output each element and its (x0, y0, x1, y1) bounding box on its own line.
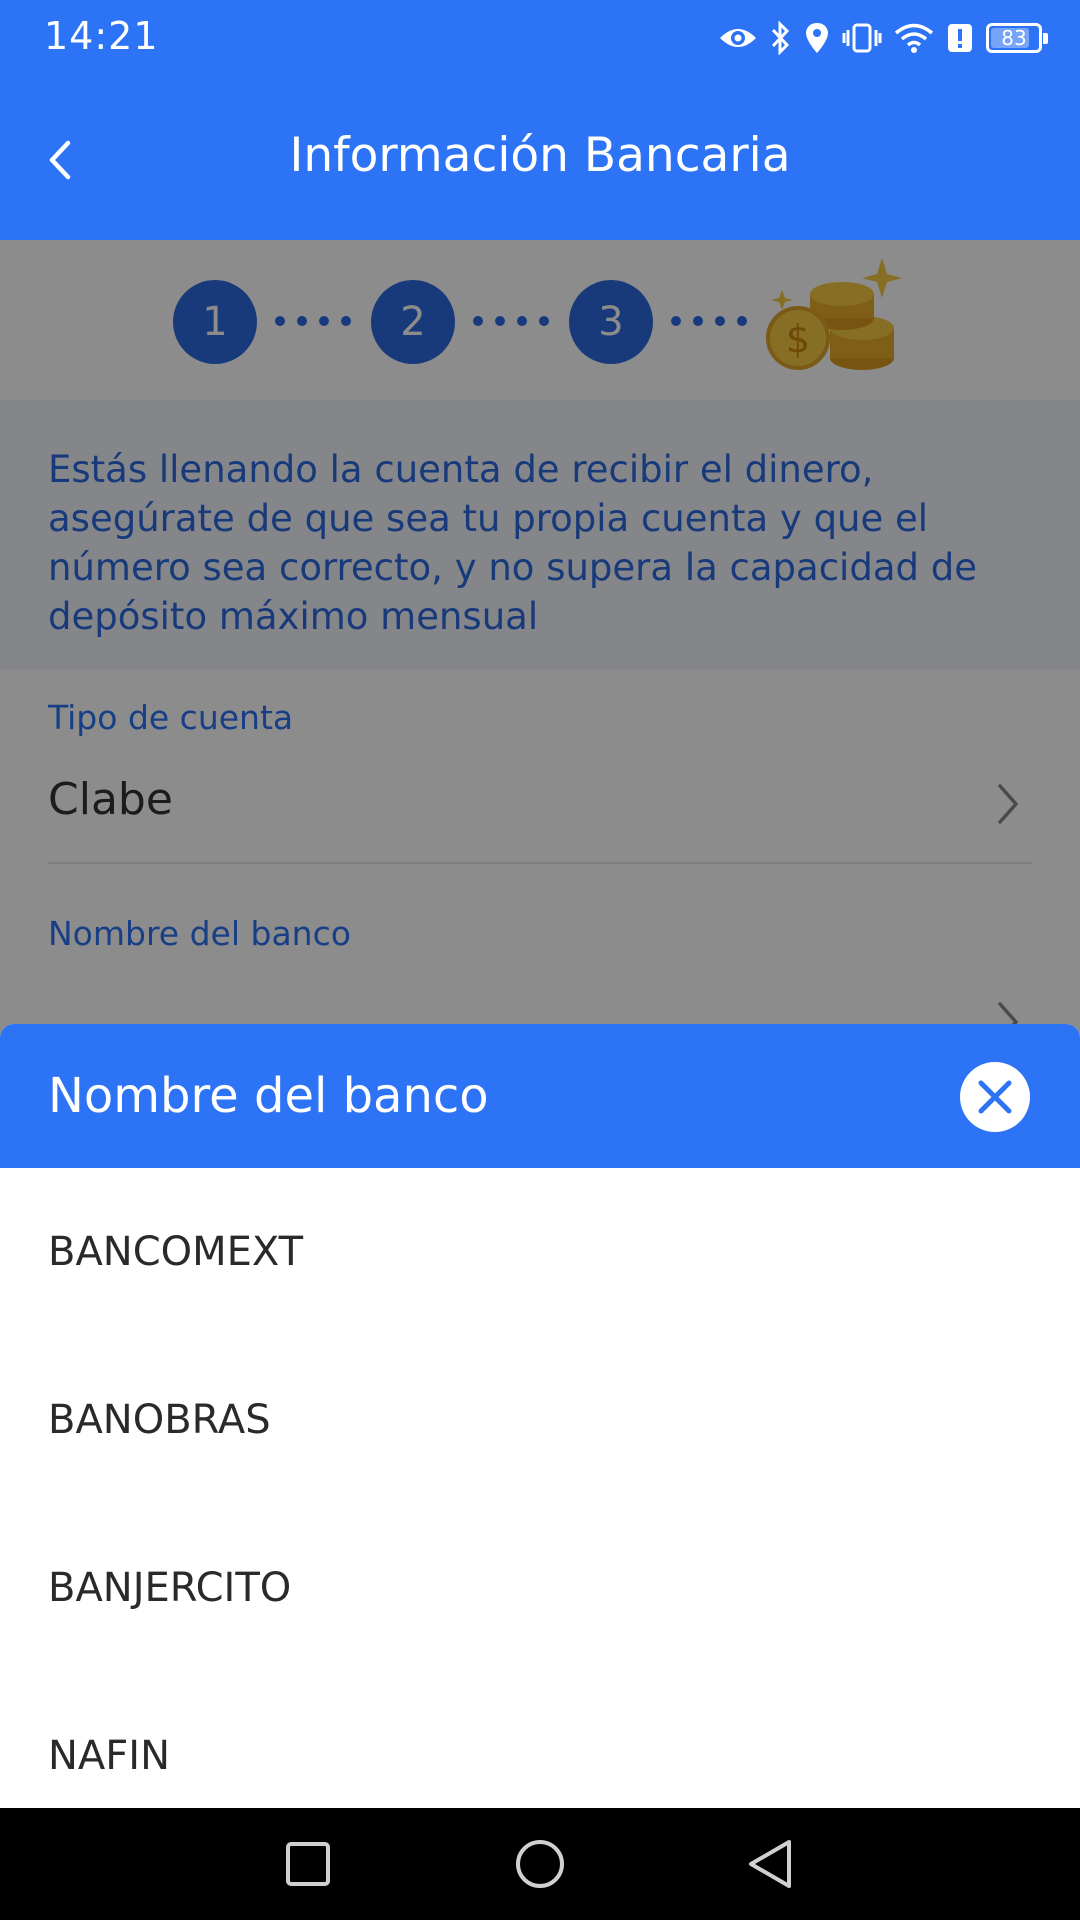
recents-button[interactable] (280, 1836, 336, 1892)
page-title: Información Bancaria (289, 128, 791, 183)
wifi-icon (894, 23, 934, 53)
location-icon (806, 23, 828, 53)
status-icons: 83 (718, 18, 1048, 58)
vibrate-icon (842, 23, 882, 53)
sheet-header: Nombre del banco (0, 1024, 1080, 1168)
bank-option-banobras[interactable]: BANOBRAS (0, 1336, 1080, 1504)
bank-list: BANCOMEXT BANOBRAS BANJERCITO NAFIN (0, 1168, 1080, 1808)
app-header: Información Bancaria (0, 76, 1080, 240)
bluetooth-icon (771, 21, 790, 55)
back-triangle-icon (749, 1840, 791, 1888)
eye-icon (720, 29, 756, 47)
back-nav-button[interactable] (742, 1836, 798, 1892)
bank-picker-sheet: Nombre del banco BANCOMEXT BANOBRAS BANJ… (0, 1024, 1080, 1808)
battery-level: 83 (1001, 26, 1027, 50)
alert-icon (948, 24, 972, 52)
battery-icon: 83 (986, 23, 1048, 53)
status-time: 14:21 (44, 14, 159, 58)
system-nav-bar (0, 1808, 1080, 1920)
status-bar: 14:21 83 (0, 0, 1080, 76)
home-button[interactable] (512, 1836, 568, 1892)
bank-option-nafin[interactable]: NAFIN (0, 1672, 1080, 1808)
close-button[interactable] (960, 1062, 1030, 1132)
recents-square-icon (286, 1842, 330, 1886)
close-icon (978, 1080, 1012, 1114)
home-circle-icon (516, 1840, 564, 1888)
sheet-title: Nombre del banco (48, 1068, 489, 1124)
bank-option-banjercito[interactable]: BANJERCITO (0, 1504, 1080, 1672)
bank-option-bancomext[interactable]: BANCOMEXT (0, 1168, 1080, 1336)
